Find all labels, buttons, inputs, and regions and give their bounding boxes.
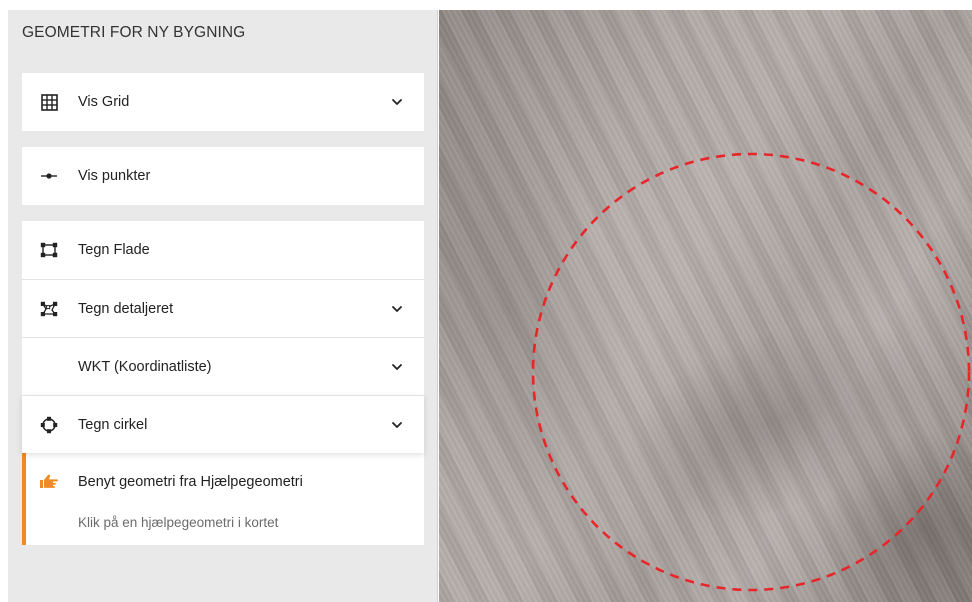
hint-subtitle: Klik på en hjælpegeometri i kortet <box>78 515 279 530</box>
draw-tools-card: Tegn Flade Tegn detaljeret WKT (Koordina… <box>22 221 424 453</box>
tegn-flade-label: Tegn Flade <box>78 242 150 258</box>
helper-geometry-hint: Benyt geometri fra Hjælpegeometri Klik p… <box>22 453 424 545</box>
tegn-cirkel-label: Tegn cirkel <box>78 416 148 433</box>
vis-punkter-item[interactable]: Vis punkter <box>22 147 424 205</box>
vis-punkter-label: Vis punkter <box>78 168 151 184</box>
map-view[interactable] <box>439 10 972 602</box>
tegn-flade-item[interactable]: Tegn Flade <box>22 221 424 279</box>
grid-icon <box>39 92 59 112</box>
geometry-panel: GEOMETRI FOR NY BYGNING Vis Grid Vis pun… <box>8 10 438 602</box>
vis-punkter-card: Vis punkter <box>22 147 424 205</box>
pointing-hand-icon <box>39 473 59 494</box>
chevron-down-icon[interactable] <box>390 302 404 316</box>
wkt-item[interactable]: WKT (Koordinatliste) <box>22 337 424 395</box>
draw-circle-icon <box>39 415 59 435</box>
vis-grid-item[interactable]: Vis Grid <box>22 73 424 131</box>
tegn-cirkel-item[interactable]: Tegn cirkel <box>22 395 424 453</box>
tegn-detaljeret-label: Tegn detaljeret <box>78 300 174 317</box>
vis-grid-card: Vis Grid <box>22 73 424 131</box>
chevron-down-icon[interactable] <box>390 95 404 109</box>
vis-grid-label: Vis Grid <box>78 94 130 110</box>
points-line-icon <box>39 166 59 186</box>
draw-polygon-icon <box>39 240 59 260</box>
chevron-down-icon[interactable] <box>390 360 404 374</box>
drawn-circle[interactable] <box>439 10 972 602</box>
app-frame: GEOMETRI FOR NY BYGNING Vis Grid Vis pun… <box>8 10 972 602</box>
tegn-detaljeret-item[interactable]: Tegn detaljeret <box>22 279 424 337</box>
wkt-label: WKT (Koordinatliste) <box>78 358 212 375</box>
draw-detailed-icon <box>39 299 59 319</box>
hint-title: Benyt geometri fra Hjælpegeometri <box>78 474 303 490</box>
panel-title: GEOMETRI FOR NY BYGNING <box>22 24 246 41</box>
chevron-down-icon[interactable] <box>390 418 404 432</box>
